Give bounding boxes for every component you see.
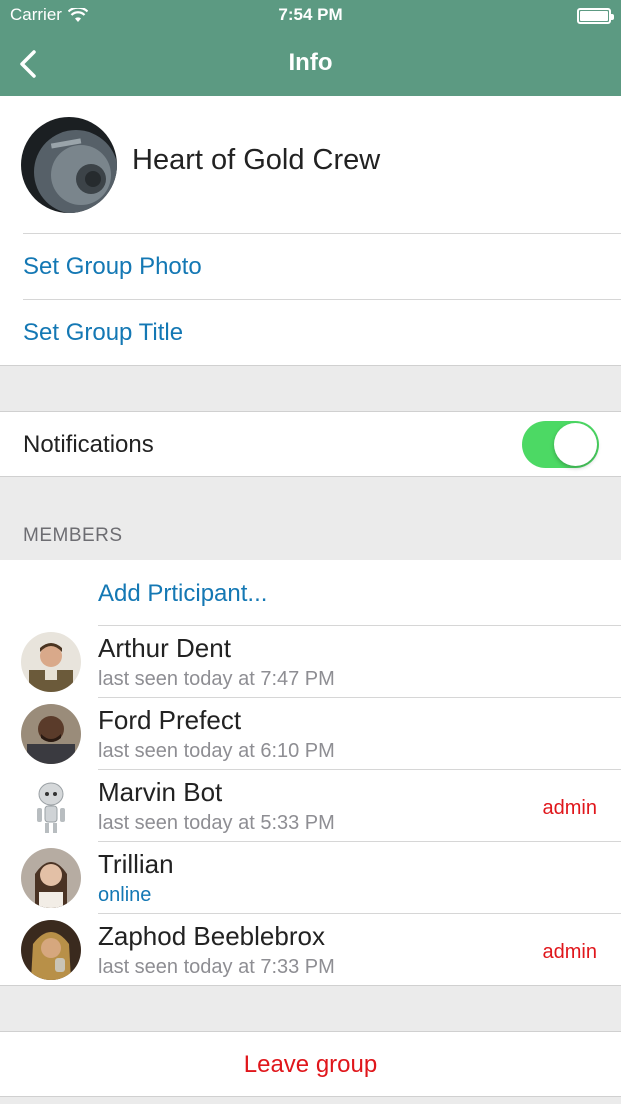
member-row[interactable]: Zaphod Beeblebrox last seen today at 7:3… bbox=[0, 914, 621, 986]
leave-group-row[interactable]: Leave group bbox=[0, 1031, 621, 1097]
divider bbox=[23, 299, 621, 300]
member-name: Zaphod Beeblebrox bbox=[98, 921, 325, 951]
avatar bbox=[21, 848, 81, 908]
navigation-bar: Info bbox=[0, 32, 621, 96]
member-row[interactable]: Ford Prefect last seen today at 6:10 PM bbox=[0, 698, 621, 770]
toggle-knob bbox=[554, 423, 597, 466]
divider bbox=[23, 233, 621, 234]
battery-icon bbox=[577, 8, 614, 24]
admin-badge: admin bbox=[542, 797, 597, 819]
status-bar: Carrier 7:54 PM bbox=[0, 0, 621, 32]
set-group-photo-button[interactable]: Set Group Photo bbox=[23, 253, 202, 281]
avatar bbox=[21, 776, 81, 836]
member-status: last seen today at 7:47 PM bbox=[98, 668, 335, 690]
notifications-label: Notifications bbox=[23, 431, 154, 458]
group-name: Heart of Gold Crew bbox=[132, 144, 381, 176]
group-info-section: Heart of Gold Crew Set Group Photo Set G… bbox=[0, 96, 621, 366]
group-avatar[interactable] bbox=[21, 117, 117, 213]
member-name: Marvin Bot bbox=[98, 777, 223, 807]
avatar bbox=[21, 704, 81, 764]
page-title: Info bbox=[288, 49, 333, 76]
member-status: online bbox=[98, 884, 152, 906]
add-participant-button[interactable]: Add Prticipant... bbox=[98, 580, 267, 608]
member-status: last seen today at 5:33 PM bbox=[98, 812, 335, 834]
avatar bbox=[21, 920, 81, 980]
member-status: last seen today at 6:10 PM bbox=[98, 740, 335, 762]
notifications-toggle[interactable] bbox=[522, 421, 599, 468]
member-row[interactable]: Marvin Bot last seen today at 5:33 PM ad… bbox=[0, 770, 621, 842]
set-group-title-button[interactable]: Set Group Title bbox=[23, 319, 183, 347]
member-status: last seen today at 7:33 PM bbox=[98, 956, 335, 978]
group-avatar-image bbox=[21, 117, 117, 213]
members-list: Add Prticipant... Arthur Dent last seen … bbox=[0, 560, 621, 986]
admin-badge: admin bbox=[542, 941, 597, 963]
member-name: Arthur Dent bbox=[98, 633, 231, 663]
member-name: Ford Prefect bbox=[98, 705, 242, 735]
leave-group-button[interactable]: Leave group bbox=[0, 1051, 621, 1079]
member-row[interactable]: Trillian online bbox=[0, 842, 621, 914]
avatar bbox=[21, 632, 81, 692]
member-row[interactable]: Arthur Dent last seen today at 7:47 PM bbox=[0, 626, 621, 698]
notifications-row: Notifications bbox=[0, 411, 621, 477]
members-section-header: MEMBERS bbox=[23, 525, 123, 546]
status-time: 7:54 PM bbox=[278, 5, 343, 24]
member-name: Trillian bbox=[98, 849, 174, 879]
